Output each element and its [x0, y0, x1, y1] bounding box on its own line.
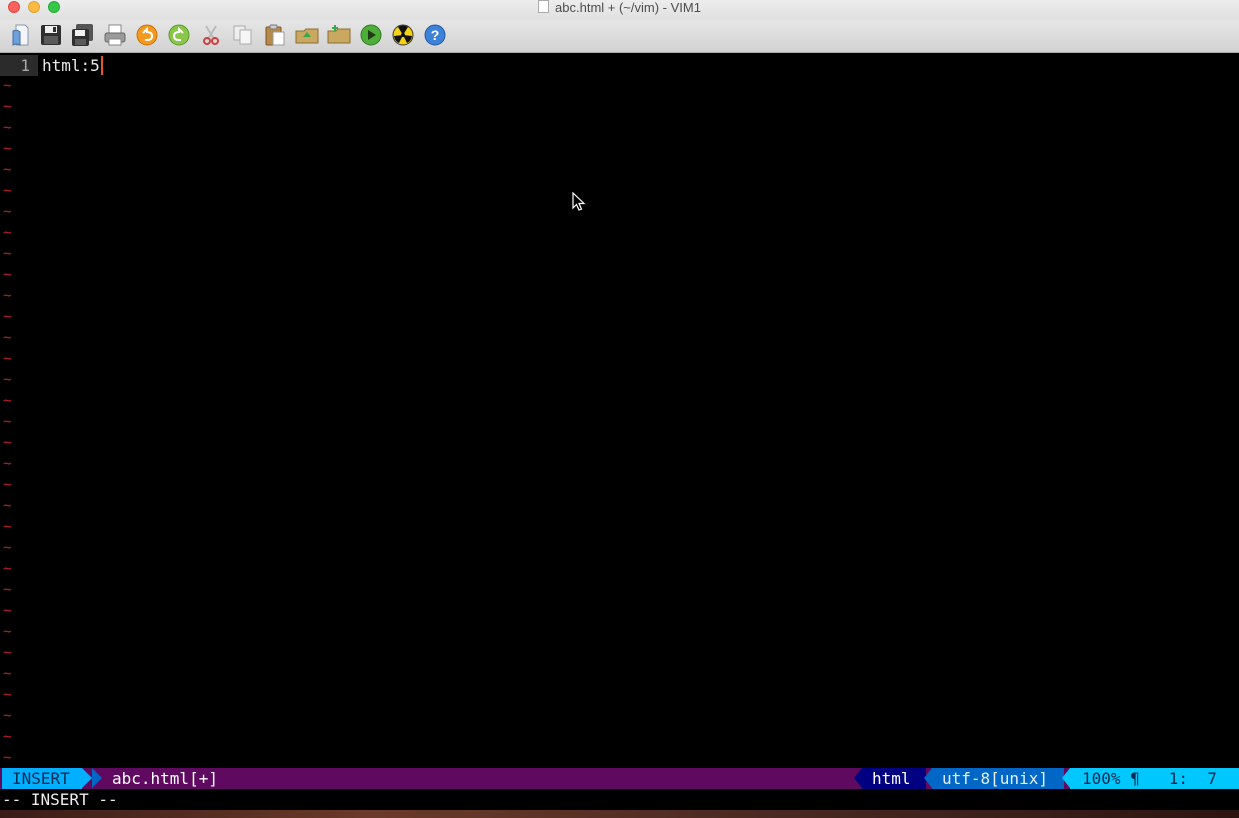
mouse-pointer-icon	[572, 191, 586, 217]
save-all-icon[interactable]	[70, 22, 96, 48]
desktop-background	[0, 810, 1239, 818]
empty-line-marker: ~	[3, 519, 12, 535]
empty-line-marker: ~	[3, 666, 12, 682]
paste-icon[interactable]	[262, 22, 288, 48]
title-bar: abc.html + (~/vim) - VIM1	[0, 0, 1239, 20]
empty-line-marker: ~	[3, 687, 12, 703]
empty-line-marker: ~	[3, 645, 12, 661]
empty-line-marker: ~	[3, 456, 12, 472]
empty-line-marker: ~	[3, 204, 12, 220]
empty-line-marker: ~	[3, 729, 12, 745]
separator-arrow	[82, 768, 92, 788]
empty-line-marker: ~	[3, 225, 12, 241]
empty-line-marker: ~	[3, 309, 12, 325]
empty-line-marker: ~	[3, 120, 12, 136]
editor-line[interactable]: 1 html:5	[0, 55, 1239, 76]
text-cursor	[100, 56, 103, 75]
empty-line-marker: ~	[3, 435, 12, 451]
mode-indicator: INSERT	[2, 768, 82, 789]
toolbar: ?	[0, 20, 1239, 53]
load-session-icon[interactable]	[294, 22, 320, 48]
line-content: html:5	[42, 56, 100, 75]
line-number: 1	[0, 55, 38, 76]
undo-icon[interactable]	[134, 22, 160, 48]
empty-line-marker: ~	[3, 393, 12, 409]
empty-line-marker: ~	[3, 561, 12, 577]
empty-line-marker: ~	[3, 498, 12, 514]
empty-line-marker: ~	[3, 603, 12, 619]
separator-arrow	[924, 768, 932, 788]
status-line: INSERT abc.html[+] html utf-8[unix] 100%…	[0, 768, 1239, 789]
empty-line-marker: ~	[3, 78, 12, 94]
document-icon	[538, 0, 550, 13]
empty-line-marker: ~	[3, 183, 12, 199]
empty-line-marker: ~	[3, 288, 12, 304]
open-icon[interactable]	[8, 22, 34, 48]
empty-line-marker: ~	[3, 351, 12, 367]
run-icon[interactable]	[358, 22, 384, 48]
empty-line-marker: ~	[3, 540, 12, 556]
separator-arrow	[854, 768, 862, 788]
window-title: abc.html + (~/vim) - VIM1	[0, 0, 1239, 16]
empty-line-marker: ~	[3, 267, 12, 283]
empty-line-marker: ~	[3, 624, 12, 640]
window-title-text: abc.html + (~/vim) - VIM1	[555, 0, 701, 15]
empty-line-marker: ~	[3, 330, 12, 346]
file-encoding: utf-8[unix]	[932, 768, 1064, 789]
file-percent: 100%	[1082, 769, 1121, 788]
empty-line-marker: ~	[3, 708, 12, 724]
separator-arrow	[1062, 768, 1070, 788]
cut-icon[interactable]	[198, 22, 224, 48]
line-text[interactable]: html:5	[42, 55, 103, 76]
empty-line-marker: ~	[3, 141, 12, 157]
column-position: 7	[1207, 769, 1217, 788]
eol-marker: ¶	[1130, 769, 1140, 788]
empty-line-marker: ~	[3, 99, 12, 115]
empty-line-marker: ~	[3, 750, 12, 766]
copy-icon[interactable]	[230, 22, 256, 48]
editor-area[interactable]: 1 html:5 ~ ~ ~ ~ ~ ~ ~ ~ ~ ~ ~ ~ ~ ~ ~ ~ ~ ~ ~ ~ ~ ~ ~ ~ ~ ~ ~ ~ ~ ~ ~…	[0, 53, 1239, 768]
mode-message: -- INSERT --	[2, 790, 118, 809]
empty-line-marker: ~	[3, 414, 12, 430]
cursor-position: 100% ¶ 1: 7	[1070, 768, 1239, 789]
separator-arrow	[92, 768, 102, 788]
empty-line-marker: ~	[3, 372, 12, 388]
empty-line-marker: ~	[3, 246, 12, 262]
help-icon[interactable]: ?	[422, 22, 448, 48]
empty-line-marker: ~	[3, 477, 12, 493]
radioactive-icon[interactable]	[390, 22, 416, 48]
print-icon[interactable]	[102, 22, 128, 48]
save-session-icon[interactable]	[326, 22, 352, 48]
filetype: html	[862, 768, 926, 789]
empty-line-marker: ~	[3, 582, 12, 598]
empty-line-marker: ~	[3, 162, 12, 178]
redo-icon[interactable]	[166, 22, 192, 48]
line-position: 1:	[1168, 769, 1188, 788]
svg-text:?: ?	[431, 27, 440, 43]
save-icon[interactable]	[38, 22, 64, 48]
command-line[interactable]: -- INSERT --	[0, 789, 1239, 810]
filename: abc.html[+]	[112, 769, 218, 788]
